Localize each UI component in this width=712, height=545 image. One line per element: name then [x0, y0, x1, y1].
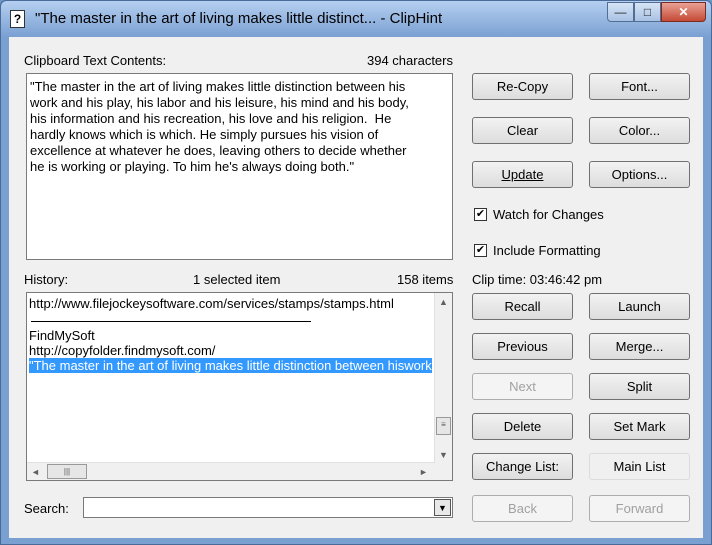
- list-separator: [31, 321, 311, 322]
- previous-button-label: Previous: [497, 339, 548, 354]
- back-button[interactable]: Back: [472, 495, 573, 522]
- delete-button[interactable]: Delete: [472, 413, 573, 440]
- next-button[interactable]: Next: [472, 373, 573, 400]
- options-button-label: Options...: [611, 167, 668, 182]
- delete-button-label: Delete: [503, 419, 542, 434]
- merge-button-label: Merge...: [615, 339, 664, 354]
- change-list-button-label: Change List:: [486, 459, 559, 474]
- back-button-label: Back: [508, 501, 537, 516]
- chevron-down-icon[interactable]: ▼: [434, 499, 451, 516]
- window-title: "The master in the art of living makes l…: [35, 10, 443, 27]
- color-button-label: Color...: [618, 123, 661, 138]
- main-list-button-label: Main List: [613, 459, 666, 474]
- change-list-button[interactable]: Change List:: [472, 453, 573, 480]
- include-formatting-label[interactable]: Include Formatting: [493, 243, 601, 258]
- forward-button[interactable]: Forward: [589, 495, 690, 522]
- color-button[interactable]: Color...: [589, 117, 690, 144]
- split-button[interactable]: Split: [589, 373, 690, 400]
- list-item[interactable]: FindMySoft: [29, 328, 432, 343]
- watch-changes-checkbox[interactable]: ✔: [474, 208, 487, 221]
- set-mark-button-label: Set Mark: [613, 419, 666, 434]
- scroll-down-icon[interactable]: ▼: [435, 446, 452, 463]
- include-formatting-checkbox[interactable]: ✔: [474, 244, 487, 257]
- scroll-right-icon[interactable]: ►: [415, 463, 432, 480]
- scroll-left-icon[interactable]: ◄: [27, 463, 44, 480]
- char-count: 394 characters: [367, 53, 453, 68]
- recall-button[interactable]: Recall: [472, 293, 573, 320]
- maximize-button[interactable]: □: [634, 2, 661, 22]
- search-label: Search:: [24, 501, 69, 516]
- launch-button[interactable]: Launch: [589, 293, 690, 320]
- list-item[interactable]: http://copyfolder.findmysoft.com/: [29, 343, 432, 358]
- set-mark-button[interactable]: Set Mark: [589, 413, 690, 440]
- cliphint-window: ? "The master in the art of living makes…: [0, 0, 712, 545]
- horizontal-scroll-thumb[interactable]: |||: [47, 464, 87, 479]
- title-bar[interactable]: ? "The master in the art of living makes…: [1, 1, 711, 37]
- list-item[interactable]: http://www.filejockeysoftware.com/servic…: [29, 296, 432, 311]
- search-combobox[interactable]: ▼: [83, 497, 453, 518]
- next-button-label: Next: [509, 379, 536, 394]
- scroll-up-icon[interactable]: ▲: [435, 293, 452, 310]
- split-button-label: Split: [626, 379, 653, 394]
- recall-button-label: Recall: [504, 299, 541, 314]
- history-horizontal-scrollbar[interactable]: ◄ ||| ►: [27, 462, 435, 480]
- launch-button-label: Launch: [618, 299, 661, 314]
- font-button-label: Font...: [621, 79, 658, 94]
- scrollbar-corner: [435, 463, 452, 480]
- history-list[interactable]: http://www.filejockeysoftware.com/servic…: [26, 292, 453, 481]
- history-label: History:: [24, 272, 69, 287]
- history-item-count: 158 items: [397, 272, 454, 287]
- update-button[interactable]: Update: [472, 161, 573, 188]
- font-button[interactable]: Font...: [589, 73, 690, 100]
- main-list-button[interactable]: Main List: [589, 453, 690, 480]
- history-selected-count: 1 selected item: [193, 272, 281, 287]
- recopy-button-label: Re-Copy: [496, 79, 549, 94]
- close-button[interactable]: ✕: [661, 2, 706, 22]
- merge-button[interactable]: Merge...: [589, 333, 690, 360]
- history-vertical-scrollbar[interactable]: ▲ ≡ ▼: [434, 293, 452, 463]
- window-controls: — □ ✕: [607, 2, 706, 22]
- options-button[interactable]: Options...: [589, 161, 690, 188]
- clipboard-label: Clipboard Text Contents:: [24, 53, 167, 68]
- clip-time: Clip time: 03:46:42 pm: [472, 272, 603, 287]
- update-button-label: Update: [501, 167, 544, 182]
- minimize-button[interactable]: —: [607, 2, 634, 22]
- list-item-selected[interactable]: "The master in the art of living makes l…: [29, 358, 432, 373]
- watch-changes-label[interactable]: Watch for Changes: [493, 207, 604, 222]
- clear-button-label: Clear: [506, 123, 539, 138]
- forward-button-label: Forward: [615, 501, 664, 516]
- client-area: Clipboard Text Contents: 394 characters …: [9, 37, 703, 538]
- previous-button[interactable]: Previous: [472, 333, 573, 360]
- app-icon[interactable]: ?: [10, 10, 25, 28]
- recopy-button[interactable]: Re-Copy: [472, 73, 573, 100]
- clear-button[interactable]: Clear: [472, 117, 573, 144]
- clipboard-text-area[interactable]: "The master in the art of living makes l…: [26, 73, 453, 260]
- vertical-scroll-thumb[interactable]: ≡: [436, 417, 451, 435]
